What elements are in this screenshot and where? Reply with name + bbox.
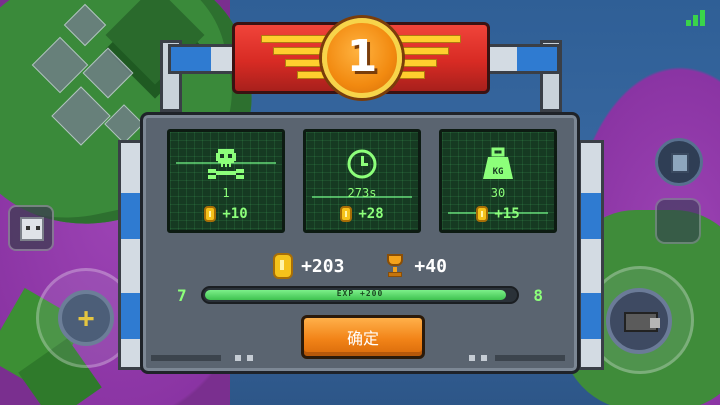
- confirm-button[interactable]: 确定: [301, 315, 425, 359]
- total-trophies-value: +40: [414, 255, 447, 277]
- weight-reward: +15: [442, 206, 554, 222]
- panel-footer-decoration: [151, 355, 569, 363]
- results-panel: 1 +10 273s +28 KG 30 +15 +203 +40 7 EXP …: [140, 112, 580, 374]
- rank-number: 1: [346, 31, 378, 82]
- total-trophies: +40: [384, 254, 447, 278]
- time-value: 273s: [347, 186, 377, 200]
- companion-button[interactable]: [8, 205, 54, 251]
- stat-card-weight: KG 30 +15: [439, 129, 557, 233]
- trash-bin-icon: [671, 153, 689, 173]
- exp-label: EXP +200: [336, 289, 384, 298]
- rank-badge: 1: [322, 18, 402, 98]
- coin-icon: [476, 206, 489, 222]
- trophy-icon: [384, 254, 406, 278]
- kills-value: 1: [222, 186, 230, 200]
- total-coins: +203: [273, 253, 344, 279]
- time-reward: +28: [306, 206, 418, 222]
- clock-icon: [347, 149, 377, 179]
- signal-bars-icon: [686, 8, 708, 26]
- coin-icon: [340, 206, 353, 222]
- empty-slot-button[interactable]: [655, 198, 701, 244]
- frame-side-right: [578, 140, 604, 370]
- coin-icon: [273, 253, 294, 279]
- inventory-button[interactable]: [655, 138, 703, 186]
- weapon-button[interactable]: [606, 288, 672, 354]
- wings-icon: [251, 35, 331, 79]
- weight-value: 30: [490, 186, 506, 200]
- exp-bar: EXP +200: [200, 286, 520, 304]
- coin-icon: [204, 206, 217, 222]
- kills-reward: +10: [170, 206, 282, 222]
- level-progress: 7 EXP +200 8: [177, 285, 543, 305]
- reward-summary: +203 +40: [143, 253, 577, 279]
- weight-kg-icon: KG: [483, 147, 513, 179]
- stat-card-kills: 1 +10: [167, 129, 285, 233]
- wings-icon: [391, 35, 471, 79]
- skull-crossbones-icon: [208, 149, 244, 179]
- current-level: 7: [177, 285, 187, 305]
- svg-text:KG: KG: [493, 167, 504, 177]
- total-coins-value: +203: [301, 255, 345, 277]
- plus-icon[interactable]: +: [58, 290, 114, 346]
- stat-card-time: 273s +28: [303, 129, 421, 233]
- next-level: 8: [533, 285, 543, 305]
- cube-pet-icon: [20, 217, 44, 241]
